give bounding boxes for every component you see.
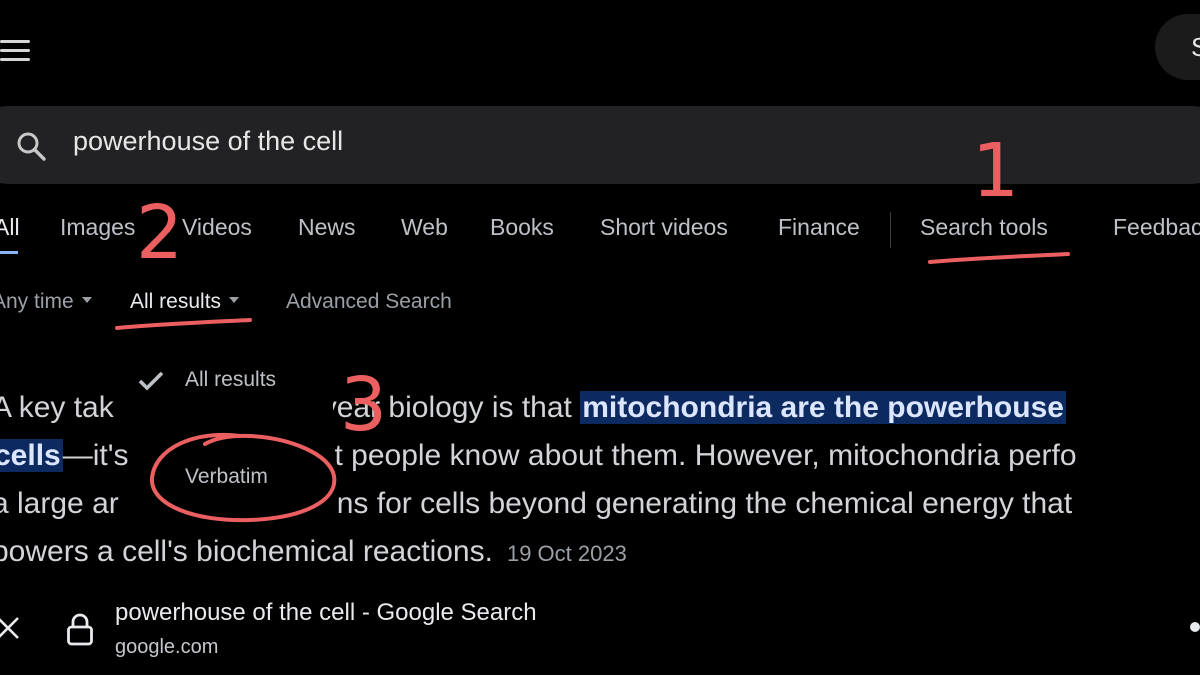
annotation-number-3: 3	[340, 362, 388, 448]
snippet-text: ns for cells beyond generating the chemi…	[336, 487, 1073, 520]
snippet-text: a large ar	[0, 487, 119, 520]
sign-in-button[interactable]: S	[1155, 14, 1200, 80]
tab-divider	[890, 212, 891, 248]
annotation-number-2: 2	[136, 190, 184, 276]
time-filter-label: Any time	[0, 290, 74, 313]
screen: S powerhouse of the cell All Images Vide…	[0, 0, 1200, 675]
chevron-down-icon	[229, 297, 240, 304]
page-info-bar: powerhouse of the cell - Google Search g…	[0, 582, 1200, 675]
tab-web[interactable]: Web	[401, 214, 448, 241]
time-filter[interactable]: Any time	[0, 290, 92, 314]
search-bar[interactable]: powerhouse of the cell	[0, 106, 1200, 184]
more-dot-icon[interactable]	[1190, 622, 1200, 632]
annotation-number-1: 1	[972, 128, 1020, 214]
dropdown-option-verbatim[interactable]: Verbatim	[185, 465, 268, 489]
tab-search-tools[interactable]: Search tools	[920, 214, 1048, 241]
tab-all[interactable]: All	[0, 214, 20, 241]
tab-active-indicator	[0, 251, 18, 254]
tab-feedback[interactable]: Feedback	[1113, 214, 1200, 241]
underline-all-results	[115, 318, 252, 330]
page-domain: google.com	[115, 636, 219, 658]
search-icon[interactable]	[15, 130, 47, 162]
chevron-down-icon	[81, 297, 92, 304]
advanced-search-link[interactable]: Advanced Search	[286, 290, 452, 314]
search-input[interactable]: powerhouse of the cell	[73, 126, 343, 157]
tab-news[interactable]: News	[298, 214, 356, 241]
tab-short-videos[interactable]: Short videos	[600, 214, 728, 241]
tab-images[interactable]: Images	[60, 214, 135, 241]
lock-icon	[67, 613, 93, 646]
hamburger-menu-icon[interactable]	[0, 40, 30, 62]
tab-books[interactable]: Books	[490, 214, 554, 241]
results-filter-label: All results	[130, 290, 222, 313]
results-dropdown-menu: All results Verbatim	[128, 346, 333, 530]
snippet-text: t people know about them. However, mitoc…	[334, 439, 1077, 472]
snippet-date: 19 Oct 2023	[506, 541, 627, 566]
results-filter[interactable]: All results	[130, 290, 240, 314]
tab-finance[interactable]: Finance	[778, 214, 860, 241]
snippet-highlight: cells	[0, 439, 63, 472]
checkmark-icon	[138, 371, 164, 391]
snippet-highlight: mitochondria are the powerhouse	[580, 391, 1066, 424]
dropdown-option-all-results[interactable]: All results	[185, 368, 276, 392]
snippet-text: powers a cell's biochemical reactions.	[0, 535, 493, 568]
page-title: powerhouse of the cell - Google Search	[115, 599, 537, 626]
snippet-text: —it's	[62, 439, 129, 472]
snippet-text: A key tak	[0, 391, 114, 424]
close-icon[interactable]	[0, 616, 20, 640]
tab-videos[interactable]: Videos	[182, 214, 252, 241]
sign-in-label: S	[1191, 32, 1200, 62]
search-tools-row: Any time All results Advanced Search	[0, 290, 1200, 320]
